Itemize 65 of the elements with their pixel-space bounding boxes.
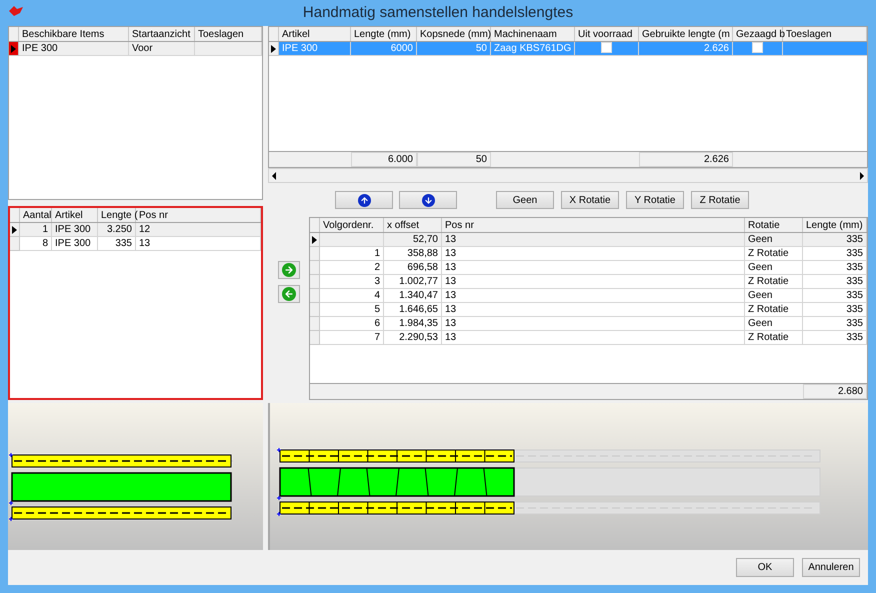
table-cell: IPE 300 (52, 237, 98, 251)
column-header[interactable]: Lengte (mm) (803, 218, 867, 232)
row-header[interactable] (10, 223, 20, 237)
row-header[interactable] (310, 233, 320, 247)
column-header[interactable]: Pos nr (442, 218, 745, 232)
table-cell: 2.626 (639, 42, 733, 56)
column-header[interactable]: Uit voorraad (575, 27, 639, 41)
column-header[interactable]: Lengte ( (98, 208, 136, 222)
app-logo-icon (8, 5, 24, 17)
row-header[interactable] (269, 42, 279, 56)
table-cell: 13 (136, 237, 261, 251)
dialog-button[interactable]: OK (736, 558, 794, 577)
column-header[interactable]: Volgordenr. (320, 218, 384, 232)
column-header[interactable]: Beschikbare Items (19, 27, 129, 41)
arrow-left-icon (282, 287, 296, 301)
row-header[interactable] (9, 42, 19, 56)
arrow-down-icon (422, 194, 434, 206)
move-up-button[interactable] (335, 191, 393, 209)
table-cell: Z Rotatie (745, 331, 803, 345)
dialog-button[interactable]: Annuleren (802, 558, 860, 577)
table-cell: 7 (320, 331, 384, 345)
total-cell: 2.680 (803, 384, 867, 399)
table-cell: Voor (129, 42, 195, 56)
arrow-right-icon (282, 263, 296, 277)
rotation-button[interactable]: Y Rotatie (626, 191, 684, 209)
total-cell: 50 (417, 152, 491, 167)
column-header[interactable]: Startaanzicht (129, 27, 195, 41)
total-cell: 6.000 (351, 152, 417, 167)
table-cell: 335 (98, 237, 136, 251)
horizontal-scrollbar[interactable] (268, 168, 868, 183)
table-cell: IPE 300 (19, 42, 129, 56)
table-cell: IPE 300 (279, 42, 351, 56)
row-pointer-icon (11, 44, 16, 52)
column-header[interactable]: Rotatie (745, 218, 803, 232)
column-header[interactable]: Artikel (52, 208, 98, 222)
add-button[interactable] (278, 261, 300, 279)
column-header[interactable]: Lengte (mm) (351, 27, 417, 41)
row-pointer-icon (271, 44, 276, 52)
table-cell (195, 42, 262, 56)
total-cell: 2.626 (639, 152, 733, 167)
column-header[interactable]: Aantal (20, 208, 52, 222)
table-cell: 335 (803, 331, 867, 345)
rotation-button[interactable]: Geen (496, 191, 554, 209)
column-header[interactable]: Gezaagd b (733, 27, 783, 41)
table-cell: 50 (417, 42, 491, 56)
window-title: Handmatig samenstellen handelslengtes (302, 2, 574, 23)
table-cell: 2.290,53 (384, 331, 442, 345)
move-down-button[interactable] (399, 191, 457, 209)
arrow-up-icon (358, 194, 370, 206)
column-header[interactable]: Kopsnede (mm) (417, 27, 491, 41)
column-header[interactable]: x offset (384, 218, 442, 232)
column-header[interactable]: Gebruikte lengte (m (639, 27, 733, 41)
column-header[interactable]: Machinenaam (491, 27, 575, 41)
rotation-button[interactable]: X Rotatie (561, 191, 619, 209)
rotation-button[interactable]: Z Rotatie (691, 191, 749, 209)
table-cell: 13 (442, 331, 745, 345)
table-cell: 8 (20, 237, 52, 251)
column-header[interactable]: Artikel (279, 27, 351, 41)
checkbox[interactable] (752, 42, 763, 53)
column-header[interactable]: Toeslagen (783, 27, 867, 41)
checkbox[interactable] (601, 42, 612, 53)
remove-button[interactable] (278, 285, 300, 303)
table-cell: Zaag KBS761DG (491, 42, 575, 56)
table-cell: 6000 (351, 42, 417, 56)
column-header[interactable]: Toeslagen (195, 27, 262, 41)
